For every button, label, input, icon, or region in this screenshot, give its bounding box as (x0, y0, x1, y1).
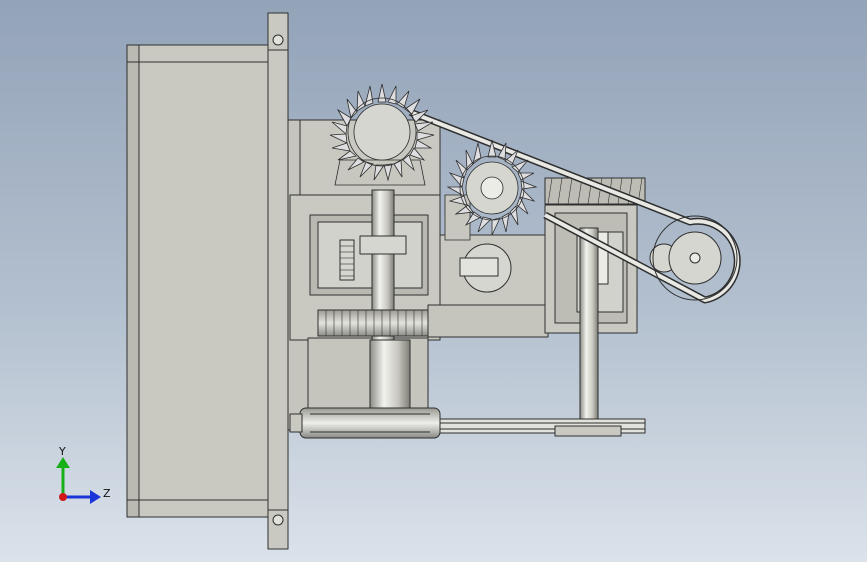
cad-viewport[interactable]: Y Z (0, 0, 867, 562)
z-axis-label: Z (103, 487, 111, 500)
coordinate-triad: Y Z (56, 445, 111, 504)
triad-origin-icon (59, 493, 67, 501)
y-arrowhead-icon (56, 457, 70, 468)
z-arrowhead-icon (90, 490, 101, 504)
mounting-flange (267, 12, 289, 550)
mechanism-drawing: Y Z (56, 12, 741, 550)
lower-shaft (369, 339, 411, 413)
y-axis-label: Y (58, 445, 66, 458)
link-arm (427, 304, 549, 338)
spur-gear-band (317, 309, 445, 337)
lower-pulley (299, 407, 441, 439)
motor-housing-edge (126, 44, 140, 518)
motor-housing (126, 44, 276, 518)
right-vertical-rod (579, 227, 599, 437)
bevel-gear-upper (329, 83, 435, 186)
shaft-collar (359, 235, 407, 255)
